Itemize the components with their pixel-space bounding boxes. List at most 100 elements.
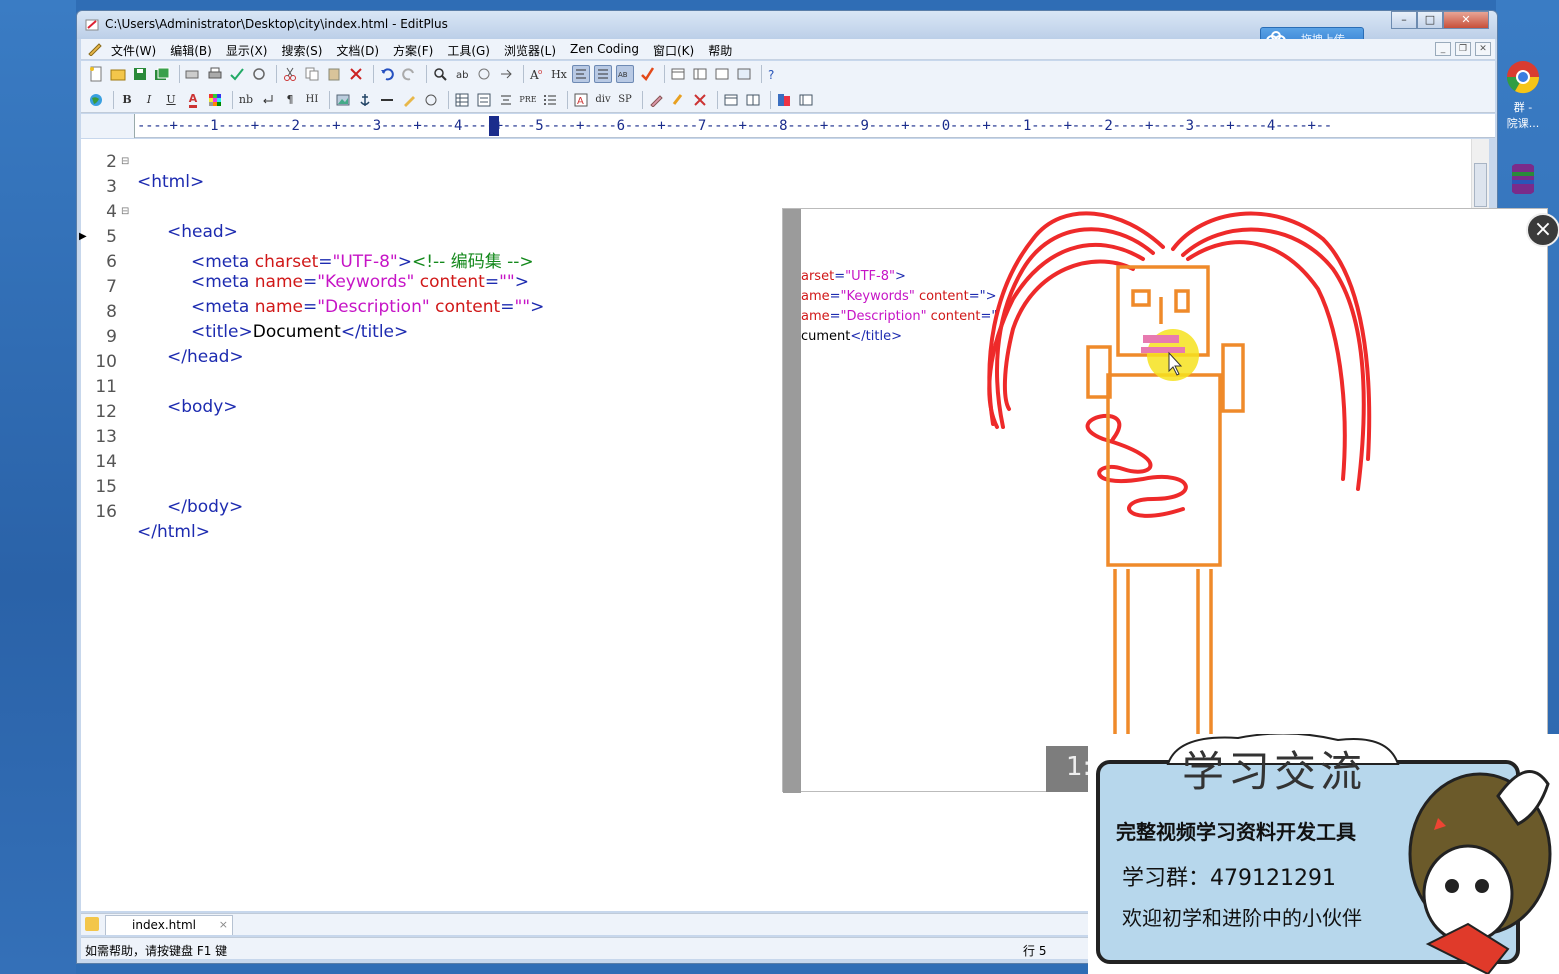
word-wrap-button[interactable] — [572, 65, 590, 83]
refresh-icon — [253, 68, 265, 80]
form-button[interactable] — [475, 91, 493, 109]
comment-button[interactable] — [422, 91, 440, 109]
save-all-button[interactable] — [153, 65, 171, 83]
paste-icon — [328, 68, 340, 81]
folder-icon[interactable] — [85, 917, 99, 931]
close-button[interactable]: ✕ — [1443, 11, 1489, 29]
hx-button[interactable]: Hx — [550, 65, 568, 83]
nbsp-button[interactable]: nb — [237, 91, 255, 109]
editplus-app-icon — [85, 19, 99, 31]
line-number-button[interactable] — [594, 65, 612, 83]
color-grid-button[interactable] — [206, 91, 224, 109]
menu-item[interactable]: 窗口(K) — [653, 42, 694, 59]
copy-button[interactable] — [303, 65, 321, 83]
menu-item[interactable]: 搜索(S) — [281, 42, 322, 59]
font-size-button[interactable]: Ao — [528, 65, 546, 83]
paragraph-button[interactable]: ¶ — [281, 91, 299, 109]
left-eye — [1131, 289, 1151, 307]
window-2-button[interactable] — [744, 91, 762, 109]
italic-button[interactable]: I — [140, 91, 158, 109]
font-color-button[interactable]: A — [184, 91, 202, 109]
cut-button[interactable] — [281, 65, 299, 83]
toolbar-separator — [232, 90, 233, 109]
view-2-button[interactable] — [691, 65, 709, 83]
ruler-button[interactable]: AB — [616, 65, 634, 83]
open-file-button[interactable] — [109, 65, 127, 83]
menu-item[interactable]: 文件(W) — [111, 42, 156, 59]
find-button[interactable] — [431, 65, 449, 83]
minimize-button[interactable]: – — [1391, 11, 1417, 29]
refresh-button[interactable] — [250, 65, 268, 83]
menu-item[interactable]: 文档(D) — [336, 42, 379, 59]
line-break-button[interactable] — [259, 91, 277, 109]
panel-icon-2 — [693, 68, 707, 80]
delete-button[interactable] — [347, 65, 365, 83]
help-button[interactable]: ? — [766, 65, 784, 83]
font-button[interactable]: A — [572, 91, 590, 109]
span-button[interactable]: SP — [616, 91, 634, 109]
scrollbar-thumb[interactable] — [1474, 163, 1487, 207]
overlay-token: "UTF-8" — [845, 269, 895, 284]
edit-button[interactable] — [400, 91, 418, 109]
menu-item[interactable]: Zen Coding — [570, 42, 639, 59]
line-number: 14 — [95, 452, 117, 472]
tab-close-icon[interactable]: × — [219, 918, 228, 931]
goto-line-button[interactable] — [497, 65, 515, 83]
scissors-icon — [284, 67, 296, 81]
pre-button[interactable]: PRE — [519, 91, 537, 109]
align-button[interactable] — [497, 91, 515, 109]
undo-button[interactable] — [378, 65, 396, 83]
menu-item[interactable]: 帮助 — [708, 42, 732, 59]
paste-button[interactable] — [325, 65, 343, 83]
table-button[interactable] — [453, 91, 471, 109]
save-button[interactable] — [131, 65, 149, 83]
replace-button[interactable]: ab — [453, 65, 471, 83]
bold-button[interactable]: B — [118, 91, 136, 109]
view-3-button[interactable] — [713, 65, 731, 83]
menu-item[interactable]: 浏览器(L) — [504, 42, 556, 59]
check-button[interactable] — [638, 65, 656, 83]
directory-button[interactable] — [797, 91, 815, 109]
menu-item[interactable]: 工具(G) — [447, 42, 490, 59]
doc-restore-button[interactable]: ❐ — [1455, 42, 1471, 56]
spellcheck-button[interactable] — [228, 65, 246, 83]
tab-label: index.html — [132, 918, 196, 932]
color-grid-icon — [209, 93, 221, 106]
overlay-close-button[interactable]: × — [1526, 213, 1559, 247]
style-button[interactable] — [647, 91, 665, 109]
toolbar-separator — [373, 65, 374, 83]
div-button[interactable]: div — [594, 91, 612, 109]
browser-preview-button[interactable] — [87, 91, 105, 109]
maximize-button[interactable]: □ — [1417, 11, 1443, 29]
find-in-files-button[interactable] — [475, 65, 493, 83]
desktop-shortcut-1[interactable]: 群 - 院课... — [1500, 60, 1546, 131]
heading-label: HI — [305, 94, 319, 105]
redo-button[interactable] — [400, 65, 418, 83]
new-file-button[interactable] — [87, 65, 105, 83]
window-1-button[interactable] — [722, 91, 740, 109]
menu-item[interactable]: 方案(F) — [393, 42, 433, 59]
list-button[interactable] — [541, 91, 559, 109]
doc-minimize-button[interactable]: _ — [1435, 42, 1451, 56]
menu-item[interactable]: 显示(X) — [226, 42, 268, 59]
overlay-token: content — [914, 289, 969, 304]
right-eye — [1174, 289, 1190, 313]
view-4-button[interactable] — [735, 65, 753, 83]
clip-button[interactable] — [669, 91, 687, 109]
anchor-button[interactable] — [356, 91, 374, 109]
winrar-icon — [1512, 164, 1534, 194]
underline-button[interactable]: U — [162, 91, 180, 109]
menu-item[interactable]: 编辑(B) — [170, 42, 212, 59]
desktop-shortcut-2[interactable] — [1500, 162, 1546, 201]
tab-index-html[interactable]: index.html × — [105, 915, 233, 935]
doc-close-button[interactable]: ✕ — [1475, 42, 1491, 56]
print-preview-button[interactable] — [184, 65, 202, 83]
print-button[interactable] — [206, 65, 224, 83]
cliptext-button[interactable] — [775, 91, 793, 109]
heading-button[interactable]: HI — [303, 91, 321, 109]
promo-line-3: 欢迎初学和进阶中的小伙伴 — [1122, 906, 1362, 930]
image-button[interactable] — [334, 91, 352, 109]
tools-button[interactable] — [691, 91, 709, 109]
view-1-button[interactable] — [669, 65, 687, 83]
hr-button[interactable] — [378, 91, 396, 109]
